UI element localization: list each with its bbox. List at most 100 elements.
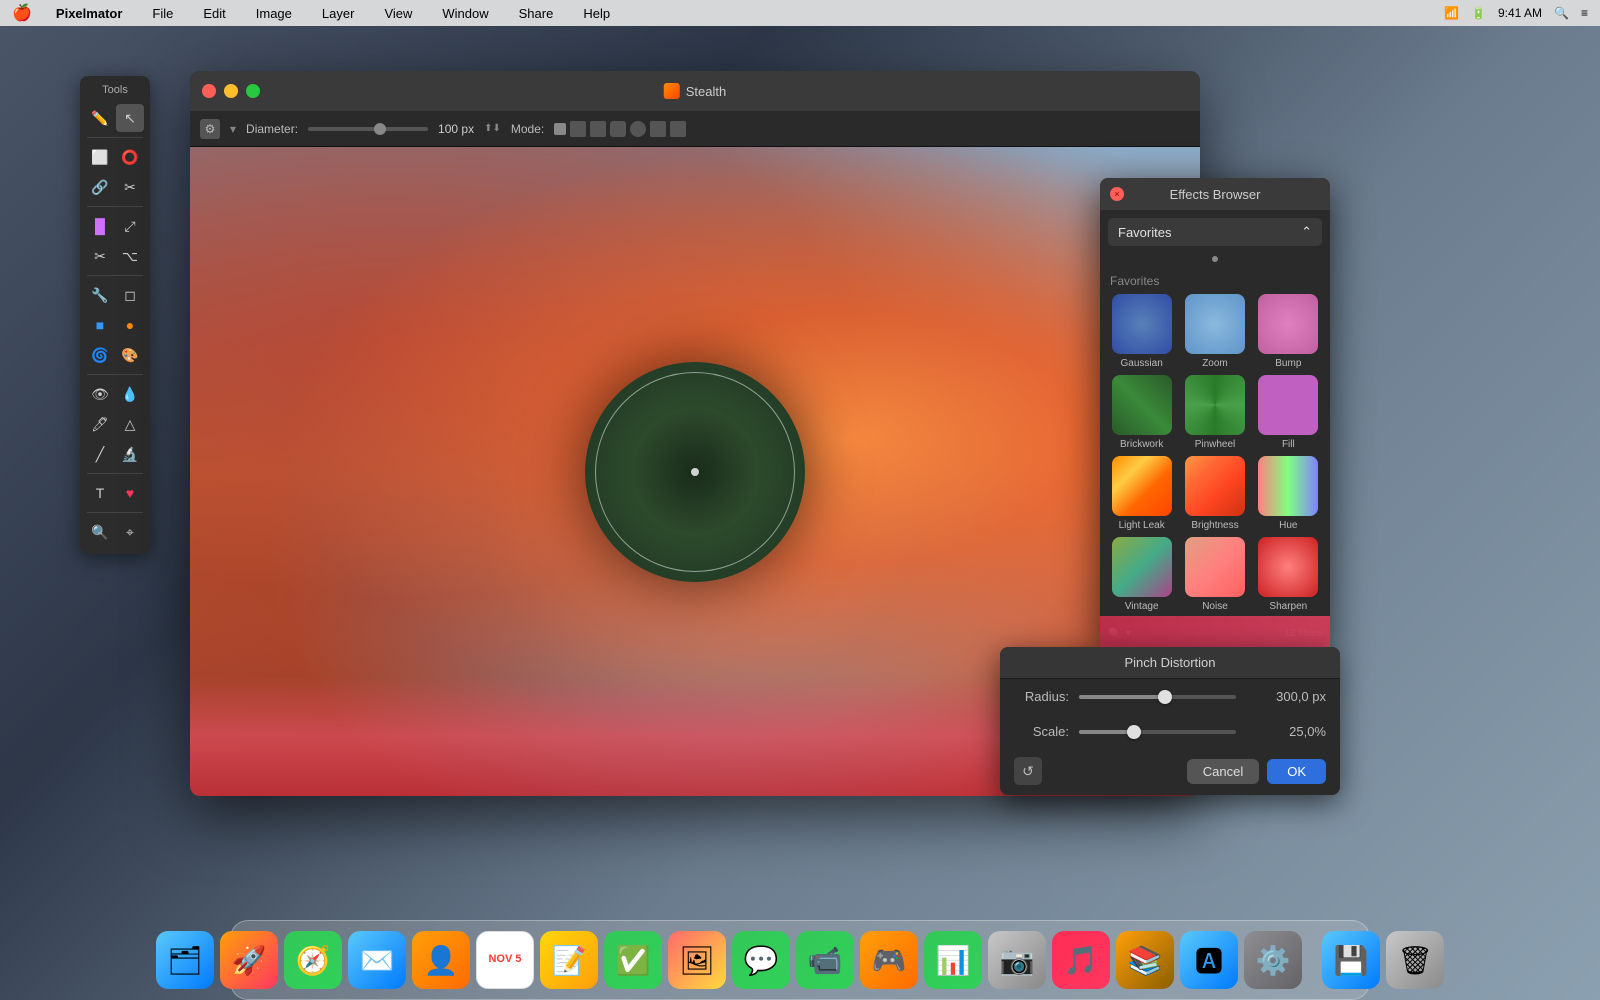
- toolbar-gear[interactable]: ⚙: [200, 119, 220, 139]
- effect-item-noise[interactable]: Noise: [1181, 537, 1248, 612]
- minimize-button[interactable]: [224, 84, 238, 98]
- menu-share[interactable]: Share: [513, 4, 560, 23]
- tool-divider-5: [87, 473, 143, 474]
- effect-label-11: Sharpen: [1269, 601, 1307, 612]
- tool-paint[interactable]: █: [86, 212, 114, 240]
- tool-transform[interactable]: ⤢: [116, 212, 144, 240]
- effect-thumb-6: [1112, 456, 1172, 516]
- effects-titlebar: × Effects Browser: [1100, 178, 1330, 210]
- tool-eye[interactable]: 👁: [86, 380, 114, 408]
- effect-item-bump[interactable]: Bump: [1255, 294, 1322, 369]
- control-center-icon[interactable]: ≡: [1581, 6, 1588, 20]
- tool-text[interactable]: T: [86, 479, 114, 507]
- menu-help[interactable]: Help: [577, 4, 616, 23]
- tool-erase[interactable]: ◻: [116, 281, 144, 309]
- mode-icon-3[interactable]: [590, 121, 606, 137]
- scale-slider[interactable]: [1079, 730, 1236, 734]
- dock-icon-app-store[interactable]: 🅰: [1180, 931, 1238, 989]
- dock-icon-calendar[interactable]: NOV 5: [476, 931, 534, 989]
- mode-icon-6[interactable]: [650, 121, 666, 137]
- effect-item-fill[interactable]: Fill: [1255, 375, 1322, 450]
- dock-icon-facetime[interactable]: 📹: [796, 931, 854, 989]
- tool-select[interactable]: ↖: [116, 104, 144, 132]
- effect-item-brightness[interactable]: Brightness: [1181, 456, 1248, 531]
- tool-crop[interactable]: ✂: [86, 242, 114, 270]
- tool-dropper-alt[interactable]: 💧: [116, 380, 144, 408]
- effect-item-brickwork[interactable]: Brickwork: [1108, 375, 1175, 450]
- effect-item-pinwheel[interactable]: Pinwheel: [1181, 375, 1248, 450]
- effect-item-sharpen[interactable]: Sharpen: [1255, 537, 1322, 612]
- effect-item-hue[interactable]: Hue: [1255, 456, 1322, 531]
- tool-eyedrop2[interactable]: ⌖: [116, 518, 144, 546]
- mode-icon-2[interactable]: [570, 121, 586, 137]
- close-button[interactable]: [202, 84, 216, 98]
- effect-item-light-leak[interactable]: Light Leak: [1108, 456, 1175, 531]
- search-icon[interactable]: 🔍: [1554, 6, 1569, 20]
- dock-icon-mail[interactable]: ✉️: [348, 931, 406, 989]
- ok-button[interactable]: OK: [1267, 759, 1326, 784]
- dock-icon-numbers[interactable]: 📊: [924, 931, 982, 989]
- dock-icon-music[interactable]: 🎵: [1052, 931, 1110, 989]
- tool-rect-select[interactable]: ⬜: [86, 143, 114, 171]
- tool-smudge[interactable]: 🌀: [86, 341, 114, 369]
- menu-edit[interactable]: Edit: [197, 4, 231, 23]
- mode-icon-1[interactable]: [554, 123, 566, 135]
- tool-gradient[interactable]: ●: [116, 311, 144, 339]
- dock-icon-photos[interactable]: 🖼: [668, 931, 726, 989]
- radius-slider[interactable]: [1079, 695, 1236, 699]
- effects-category-dropdown[interactable]: Favorites ⌃: [1108, 218, 1322, 246]
- tool-free-select[interactable]: ✂: [116, 173, 144, 201]
- mode-icon-5[interactable]: [630, 121, 646, 137]
- mode-icon-7[interactable]: [670, 121, 686, 137]
- app-name[interactable]: Pixelmator: [50, 4, 128, 23]
- tool-fill[interactable]: ■: [86, 311, 114, 339]
- effect-thumb-9: [1112, 537, 1172, 597]
- tool-line[interactable]: ╱: [86, 440, 114, 468]
- effect-thumb-4: [1185, 375, 1245, 435]
- tool-shape[interactable]: △: [116, 410, 144, 438]
- dock-icon-launchpad[interactable]: 🚀: [220, 931, 278, 989]
- diameter-stepper[interactable]: ⬆⬇: [484, 123, 501, 134]
- dock-icon-notes[interactable]: 📝: [540, 931, 598, 989]
- menu-image[interactable]: Image: [250, 4, 298, 23]
- tool-pen[interactable]: 🖊: [86, 410, 114, 438]
- dock-icon-safari[interactable]: 🧭: [284, 931, 342, 989]
- reset-button[interactable]: ↺: [1014, 757, 1042, 785]
- dock-icon-contacts[interactable]: 👤: [412, 931, 470, 989]
- apple-menu[interactable]: 🍎: [12, 3, 32, 23]
- toolbar-chevron[interactable]: ▾: [230, 122, 236, 136]
- effects-grid: GaussianZoomBump BrickworkPinwheelFill Lig…: [1100, 294, 1330, 620]
- effect-item-zoom[interactable]: Zoom: [1181, 294, 1248, 369]
- dock-icon-photo-booth[interactable]: 📷: [988, 931, 1046, 989]
- dock-icon-finder[interactable]: 🗂: [156, 931, 214, 989]
- maximize-button[interactable]: [246, 84, 260, 98]
- effect-item-gaussian[interactable]: Gaussian: [1108, 294, 1175, 369]
- tool-heal[interactable]: 🔧: [86, 281, 114, 309]
- tool-heart[interactable]: ♥: [116, 479, 144, 507]
- dock-icon-books[interactable]: 📚: [1116, 931, 1174, 989]
- diameter-slider[interactable]: [308, 127, 428, 131]
- tool-clone[interactable]: ⌥: [116, 242, 144, 270]
- tool-brush[interactable]: ✏️: [86, 104, 114, 132]
- menu-file[interactable]: File: [146, 4, 179, 23]
- menu-view[interactable]: View: [378, 4, 418, 23]
- cursor-dot: [691, 468, 699, 476]
- tool-dropper[interactable]: 🔬: [116, 440, 144, 468]
- tool-lasso[interactable]: 🔗: [86, 173, 114, 201]
- dock-icon-trash[interactable]: 🗑: [1386, 931, 1444, 989]
- dock-icon-airdrop[interactable]: 💾: [1322, 931, 1380, 989]
- tool-ellipse-select[interactable]: ⭕: [116, 143, 144, 171]
- cancel-button[interactable]: Cancel: [1187, 759, 1259, 784]
- dock-icon-reminders[interactable]: ✅: [604, 931, 662, 989]
- tool-color[interactable]: 🎨: [116, 341, 144, 369]
- effects-close-button[interactable]: ×: [1110, 187, 1124, 201]
- tool-zoom[interactable]: 🔍: [86, 518, 114, 546]
- dock-icon-game-center[interactable]: 🎮: [860, 931, 918, 989]
- effect-item-vintage[interactable]: Vintage: [1108, 537, 1175, 612]
- dock-icon-messages[interactable]: 💬: [732, 931, 790, 989]
- dock-icon-system-preferences[interactable]: ⚙️: [1244, 931, 1302, 989]
- menu-layer[interactable]: Layer: [316, 4, 361, 23]
- menu-window[interactable]: Window: [436, 4, 494, 23]
- effects-browser: × Effects Browser Favorites ⌃ Favorites …: [1100, 178, 1330, 646]
- mode-icon-4[interactable]: [610, 121, 626, 137]
